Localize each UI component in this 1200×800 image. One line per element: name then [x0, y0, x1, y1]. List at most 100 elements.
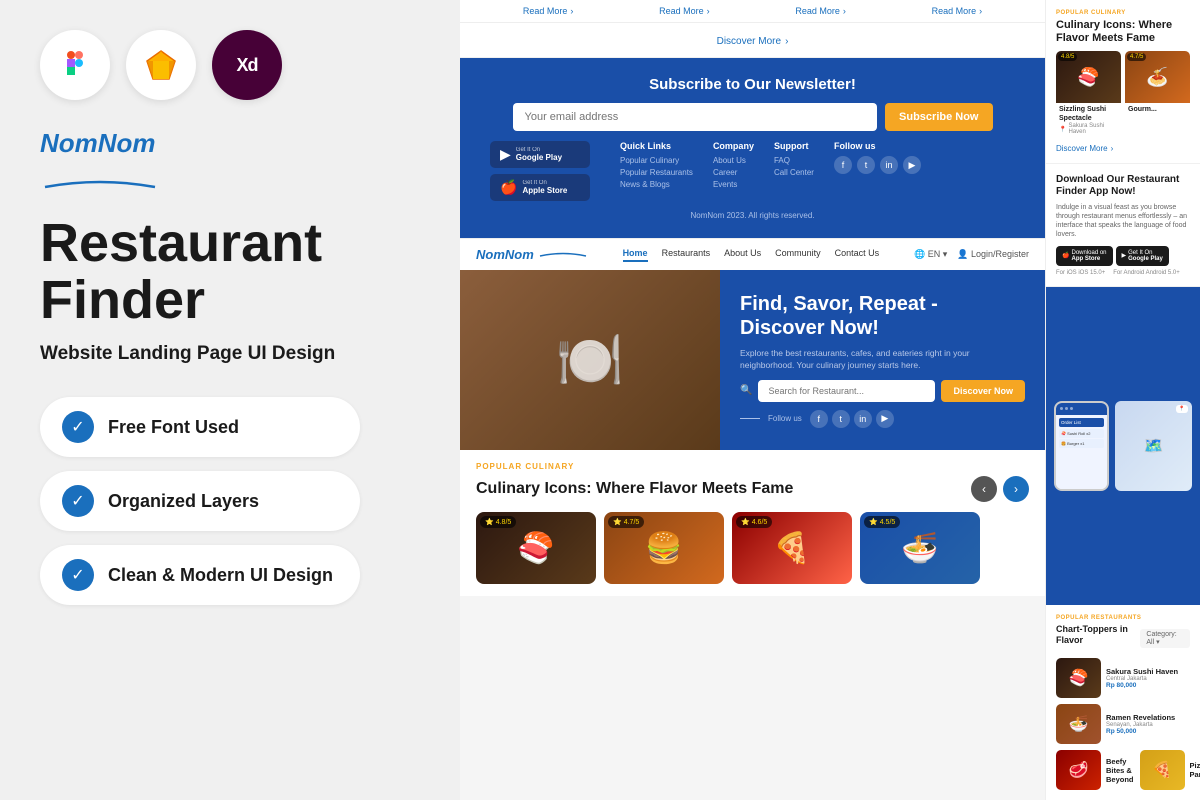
sidebar-rest-img-beefy: 🥩 — [1056, 750, 1101, 790]
twitter-icon[interactable]: t — [857, 156, 875, 174]
footer-link-popular-culinary[interactable]: Popular Culinary — [620, 156, 693, 165]
food-card-img-pizza: 🍕 ⭐ 4.6/5 — [732, 512, 852, 584]
nav-arrows: ‹ › — [971, 476, 1029, 502]
food-card-2[interactable]: 🍕 ⭐ 4.6/5 — [732, 512, 852, 584]
map-visual: 🗺️ 📍 — [1115, 401, 1192, 491]
nav-about-us[interactable]: About Us — [724, 248, 761, 262]
sidebar-mini-card-1[interactable]: 🍝 4.7/5 Gourm... — [1125, 51, 1190, 138]
feature-item-design: ✓ Clean & Modern UI Design — [40, 545, 360, 605]
read-more-3[interactable]: Read More › — [795, 6, 846, 16]
check-icon-layers: ✓ — [62, 485, 94, 517]
sidebar-rest-card-3[interactable]: 🍕 Pizzarella Paradise — [1140, 750, 1200, 790]
hero-food-photo: 🍽️ — [556, 328, 624, 393]
sidebar-rest-price-1: Rp 50,000 — [1106, 728, 1190, 735]
hero-heading: Find, Savor, Repeat - Discover Now! — [740, 292, 1025, 340]
sidebar-rest-card-2[interactable]: 🥩 Beefy Bites & Beyond — [1056, 750, 1134, 790]
next-arrow-button[interactable]: › — [1003, 476, 1029, 502]
sidebar-discover-text: Discover More — [1056, 144, 1108, 153]
food-card-3[interactable]: 🍜 ⭐ 4.5/5 — [860, 512, 980, 584]
sidebar-filter[interactable]: Category: All ▾ — [1140, 629, 1190, 648]
map-placeholder: 🗺️ — [1115, 401, 1192, 491]
newsletter-section: Subscribe to Our Newsletter! Subscribe N… — [460, 58, 1045, 238]
check-icon-design: ✓ — [62, 559, 94, 591]
hero-image: 🍽️ — [460, 270, 720, 450]
feature-label-design: Clean & Modern UI Design — [108, 565, 333, 586]
facebook-icon[interactable]: f — [834, 156, 852, 174]
app-dl-title: Download Our Restaurant Finder App Now! — [1056, 174, 1190, 198]
hero-instagram-icon[interactable]: in — [854, 410, 872, 428]
footer-col-title-company: Company — [713, 141, 754, 151]
discover-more-text: Discover More — [717, 36, 781, 47]
sidebar-mini-name-0: Sizzling Sushi Spectacle — [1059, 106, 1118, 123]
sketch-icon — [126, 30, 196, 100]
hero-discover-button[interactable]: Discover Now — [941, 380, 1025, 402]
newsletter-subscribe-button[interactable]: Subscribe Now — [885, 103, 992, 131]
site-logo-underline — [538, 252, 588, 258]
footer-link-career[interactable]: Career — [713, 168, 754, 177]
feature-list: ✓ Free Font Used ✓ Organized Layers ✓ Cl… — [40, 397, 420, 605]
phone-screen-header — [1056, 403, 1107, 415]
sidebar-culinary-title: Culinary Icons: Where Flavor Meets Fame — [1056, 19, 1190, 45]
nav-contact-us[interactable]: Contact Us — [835, 248, 880, 262]
sidebar-mini-img-pasta: 🍝 4.7/5 — [1125, 51, 1190, 103]
newsletter-footer-row: ▶ Get It On Google Play 🍎 Get It On Appl… — [490, 141, 1015, 201]
figma-icon — [40, 30, 110, 100]
prev-arrow-button[interactable]: ‹ — [971, 476, 997, 502]
hero-social-icons: f t in ▶ — [810, 410, 894, 428]
sidebar-culinary-tag: POPULAR CULINARY — [1056, 10, 1190, 16]
app-dl-apple-btn[interactable]: 🍎 Download on App Store — [1056, 246, 1113, 266]
footer-link-faq[interactable]: FAQ — [774, 156, 814, 165]
apple-store-button[interactable]: 🍎 Get It On Apple Store — [490, 174, 590, 201]
sidebar-mini-img-sushi: 🍣 4.8/5 — [1056, 51, 1121, 103]
sidebar-restaurant-cards: 🍣 Sakura Sushi Haven Central Jakarta Rp … — [1056, 658, 1190, 790]
footer-link-events[interactable]: Events — [713, 180, 754, 189]
location-icon: 📍 — [1059, 126, 1066, 133]
sidebar-rest-card-1[interactable]: 🍜 Ramen Revelations Senayan, Jakarta Rp … — [1056, 704, 1190, 744]
app-dl-google-btn[interactable]: ▶ Get It On Google Play — [1116, 246, 1169, 266]
apple-icon: 🍎 — [500, 179, 517, 196]
sidebar-rest-card-0[interactable]: 🍣 Sakura Sushi Haven Central Jakarta Rp … — [1056, 658, 1190, 698]
read-more-2[interactable]: Read More › — [659, 6, 710, 16]
left-panel: Xd NomNom Restaurant Finder Website Land… — [0, 0, 460, 800]
phone-dots — [1060, 407, 1073, 410]
hero-content-area: 🍽️ Find, Savor, Repeat - Discover Now! E… — [460, 270, 1045, 450]
social-icons-row: f t in ▶ — [834, 156, 921, 174]
read-more-4[interactable]: Read More › — [932, 6, 983, 16]
partial-rating: ⭐ 4.5/5 — [864, 516, 900, 528]
nav-community[interactable]: Community — [775, 248, 821, 262]
footer-link-popular-restaurants[interactable]: Popular Restaurants — [620, 168, 693, 177]
food-card-0[interactable]: 🍣 ⭐ 4.8/5 — [476, 512, 596, 584]
login-button[interactable]: 👤 Login/Register — [957, 249, 1029, 260]
sidebar-popular-title: Chart-Toppers in Flavor — [1056, 624, 1140, 646]
hero-follow-label: Follow us — [768, 414, 802, 423]
footer-link-call-center[interactable]: Call Center — [774, 168, 814, 177]
culinary-section-title: Culinary Icons: Where Flavor Meets Fame — [476, 480, 793, 498]
language-selector[interactable]: 🌐 EN ▾ — [914, 249, 947, 260]
read-more-1[interactable]: Read More › — [523, 6, 574, 16]
hero-search-input[interactable] — [758, 380, 935, 402]
hero-youtube-icon[interactable]: ▶ — [876, 410, 894, 428]
nav-restaurants[interactable]: Restaurants — [662, 248, 711, 262]
google-play-button[interactable]: ▶ Get It On Google Play — [490, 141, 590, 168]
phone-screen: Order List 🍣 Sushi Roll x2 🍔 Burger x1 — [1056, 403, 1107, 489]
hero-facebook-icon[interactable]: f — [810, 410, 828, 428]
follow-col: Follow us f t in ▶ — [834, 141, 921, 192]
culinary-section: POPULAR CULINARY Culinary Icons: Where F… — [460, 450, 1045, 596]
sidebar-mini-card-0[interactable]: 🍣 4.8/5 Sizzling Sushi Spectacle 📍 Sakur… — [1056, 51, 1121, 138]
ios-version: For iOS iOS 15.0+ — [1056, 270, 1105, 276]
footer-link-news-blogs[interactable]: News & Blogs — [620, 180, 693, 189]
burger-rating: ⭐ 4.7/5 — [608, 516, 644, 528]
sidebar-rest-bottom-row: 🥩 Beefy Bites & Beyond 🍕 Pizzarella Para… — [1056, 750, 1190, 790]
hero-twitter-icon[interactable]: t — [832, 410, 850, 428]
culinary-section-title-row: Culinary Icons: Where Flavor Meets Fame … — [476, 476, 1029, 502]
food-card-1[interactable]: 🍔 ⭐ 4.7/5 — [604, 512, 724, 584]
discover-more-link[interactable]: Discover More › — [717, 36, 789, 47]
instagram-icon[interactable]: in — [880, 156, 898, 174]
sidebar-discover-link[interactable]: Discover More › — [1056, 144, 1190, 153]
nav-home[interactable]: Home — [623, 248, 648, 262]
discover-arrow-icon: › — [785, 36, 788, 47]
youtube-icon[interactable]: ▶ — [903, 156, 921, 174]
newsletter-email-input[interactable] — [513, 103, 878, 131]
footer-link-about[interactable]: About Us — [713, 156, 754, 165]
sidebar-rest-img-sushi: 🍣 — [1056, 658, 1101, 698]
